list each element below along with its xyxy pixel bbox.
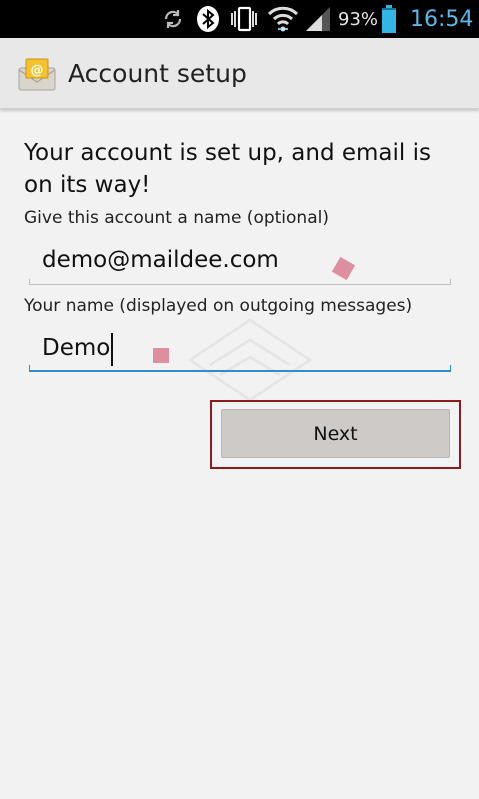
account-name-label: Give this account a name (optional) [24, 208, 329, 228]
next-button[interactable]: Next [221, 409, 450, 458]
annotation-marker [153, 348, 169, 363]
status-bar: 93% 16:54 [0, 0, 479, 38]
annotation-marker [331, 256, 356, 281]
vibrate-icon [228, 0, 260, 38]
your-name-label: Your name (displayed on outgoing message… [24, 296, 413, 316]
setup-complete-message: Your account is set up, and email is on … [24, 140, 431, 198]
signal-icon [303, 0, 333, 38]
bluetooth-icon [193, 0, 223, 38]
email-app-icon: @ [18, 58, 56, 92]
page-title: Account setup [68, 59, 247, 88]
sync-icon [158, 0, 188, 38]
wifi-icon [265, 0, 301, 38]
account-name-input[interactable]: demo@maildee.com [42, 245, 279, 275]
battery-percent: 93% [338, 9, 379, 30]
battery-icon [380, 0, 398, 38]
your-name-underline [29, 365, 451, 372]
text-cursor [111, 333, 113, 366]
your-name-input[interactable]: Demo [42, 333, 110, 363]
action-bar: @ Account setup [0, 38, 479, 109]
clock: 16:54 [410, 7, 474, 32]
account-name-underline [29, 279, 451, 285]
svg-text:@: @ [31, 63, 44, 78]
